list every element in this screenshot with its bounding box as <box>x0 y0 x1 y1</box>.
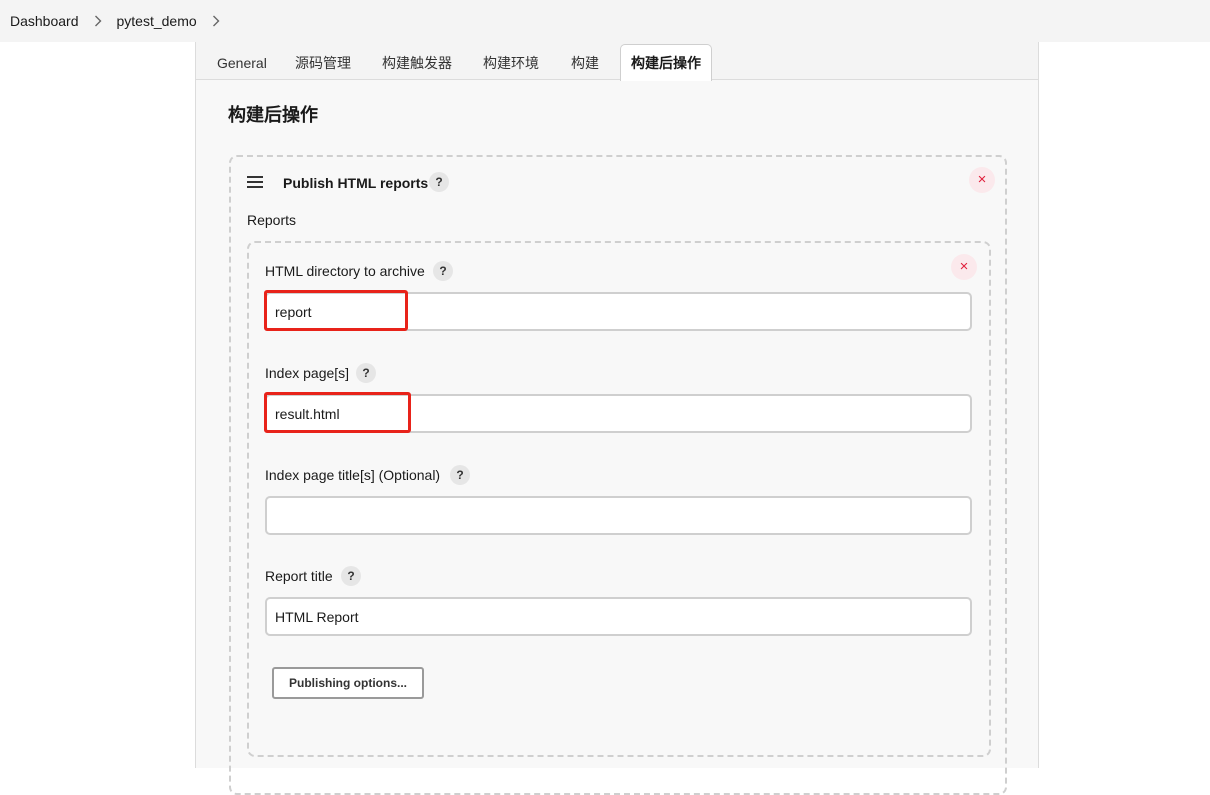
index-page-titles-input[interactable] <box>265 496 972 535</box>
tab-source-code[interactable]: 源码管理 <box>295 42 351 80</box>
delete-step-button[interactable]: × <box>969 167 995 193</box>
tab-build[interactable]: 构建 <box>571 42 599 80</box>
breadcrumb-project-link[interactable]: pytest_demo <box>117 13 197 29</box>
delete-report-button[interactable]: × <box>951 254 977 280</box>
report-title-label: Report title <box>265 568 333 584</box>
report-title-input[interactable] <box>265 597 972 636</box>
chevron-right-icon[interactable] <box>197 15 235 27</box>
index-pages-input[interactable] <box>265 394 972 433</box>
html-directory-label: HTML directory to archive <box>265 263 425 279</box>
tab-general[interactable]: General <box>217 42 267 80</box>
publishing-options-button[interactable]: Publishing options... <box>272 667 424 699</box>
help-icon[interactable]: ? <box>356 363 376 383</box>
help-icon[interactable]: ? <box>341 566 361 586</box>
config-tabs: General 源码管理 构建触发器 构建环境 构建 构建后操作 <box>196 42 1038 81</box>
tab-build-environment[interactable]: 构建环境 <box>483 42 539 80</box>
reports-label: Reports <box>247 212 297 228</box>
html-directory-input[interactable] <box>265 292 972 331</box>
tab-build-triggers[interactable]: 构建触发器 <box>382 42 452 80</box>
index-page-titles-label: Index page title[s] (Optional) <box>265 467 441 483</box>
tab-post-build-actions[interactable]: 构建后操作 <box>620 44 712 81</box>
help-icon[interactable]: ? <box>433 261 453 281</box>
index-pages-label: Index page[s] <box>265 365 350 381</box>
step-title: Publish HTML reports <box>283 175 429 191</box>
drag-handle-icon[interactable] <box>247 176 263 188</box>
publish-html-reports-step: Publish HTML reports ? × Reports × HTML … <box>229 155 1007 795</box>
help-icon[interactable]: ? <box>429 172 449 192</box>
breadcrumb-dashboard-link[interactable]: Dashboard <box>10 13 79 29</box>
chevron-right-icon <box>79 15 117 27</box>
help-icon[interactable]: ? <box>450 465 470 485</box>
section-title: 构建后操作 <box>228 105 318 125</box>
config-panel: General 源码管理 构建触发器 构建环境 构建 构建后操作 构建后操作 P… <box>195 42 1039 795</box>
breadcrumb: Dashboard pytest_demo <box>0 0 1210 42</box>
report-entry: × HTML directory to archive ? Index page… <box>247 241 991 757</box>
